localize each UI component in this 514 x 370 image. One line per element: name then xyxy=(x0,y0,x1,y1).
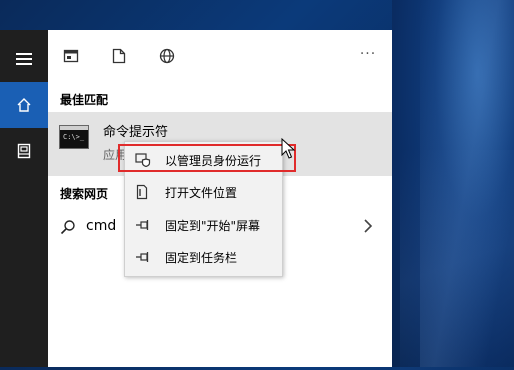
command-prompt-icon: C:\>_ xyxy=(59,125,89,149)
chevron-right-icon[interactable] xyxy=(362,217,374,235)
home-icon xyxy=(17,98,31,112)
start-left-rail xyxy=(0,30,48,367)
best-match-title: 命令提示符 xyxy=(103,125,169,140)
menu-item-open-file-location[interactable]: 打开文件位置 xyxy=(125,176,282,208)
documents-filter-button[interactable] xyxy=(107,44,131,68)
apps-filter-button[interactable] xyxy=(59,44,83,68)
web-search-query: cmd xyxy=(86,218,117,234)
menu-item-label: 固定到"开始"屏幕 xyxy=(165,218,261,233)
file-location-icon xyxy=(136,184,148,200)
pin-icon xyxy=(136,252,149,262)
web-filter-button[interactable] xyxy=(155,44,179,68)
menu-item-label: 打开文件位置 xyxy=(165,185,238,200)
menu-item-label: 固定到任务栏 xyxy=(165,250,238,265)
documents-button[interactable] xyxy=(0,128,48,174)
notebook-icon xyxy=(17,143,31,159)
home-button[interactable] xyxy=(0,82,48,128)
menu-item-pin-to-start[interactable]: 固定到"开始"屏幕 xyxy=(125,209,282,241)
app-window-icon xyxy=(63,49,79,63)
annotation-highlight-box xyxy=(118,144,296,172)
best-match-heading: 最佳匹配 xyxy=(60,93,109,107)
hamburger-icon xyxy=(16,53,32,65)
globe-icon xyxy=(159,48,175,64)
mouse-cursor-icon xyxy=(281,138,296,159)
hamburger-menu-button[interactable] xyxy=(0,36,48,82)
search-icon xyxy=(60,220,75,235)
more-options-button[interactable]: ··· xyxy=(356,44,380,68)
menu-item-pin-to-taskbar[interactable]: 固定到任务栏 xyxy=(125,241,282,273)
desktop-light-streak-lower xyxy=(400,150,514,370)
web-search-heading: 搜索网页 xyxy=(60,187,109,201)
pin-icon xyxy=(136,220,149,230)
document-icon xyxy=(112,48,126,64)
